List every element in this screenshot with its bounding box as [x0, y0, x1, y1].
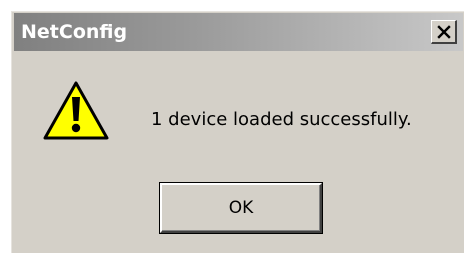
- netconfig-dialog: NetConfig 1 device loaded successfully. …: [11, 11, 464, 253]
- close-button[interactable]: [431, 20, 457, 44]
- window-title: NetConfig: [21, 21, 128, 43]
- ok-button-label: OK: [228, 198, 254, 218]
- ok-button[interactable]: OK: [160, 183, 322, 233]
- warning-icon: [43, 81, 109, 140]
- close-icon: [437, 25, 451, 39]
- title-bar[interactable]: NetConfig: [14, 13, 463, 51]
- dialog-message: 1 device loaded successfully.: [151, 109, 412, 130]
